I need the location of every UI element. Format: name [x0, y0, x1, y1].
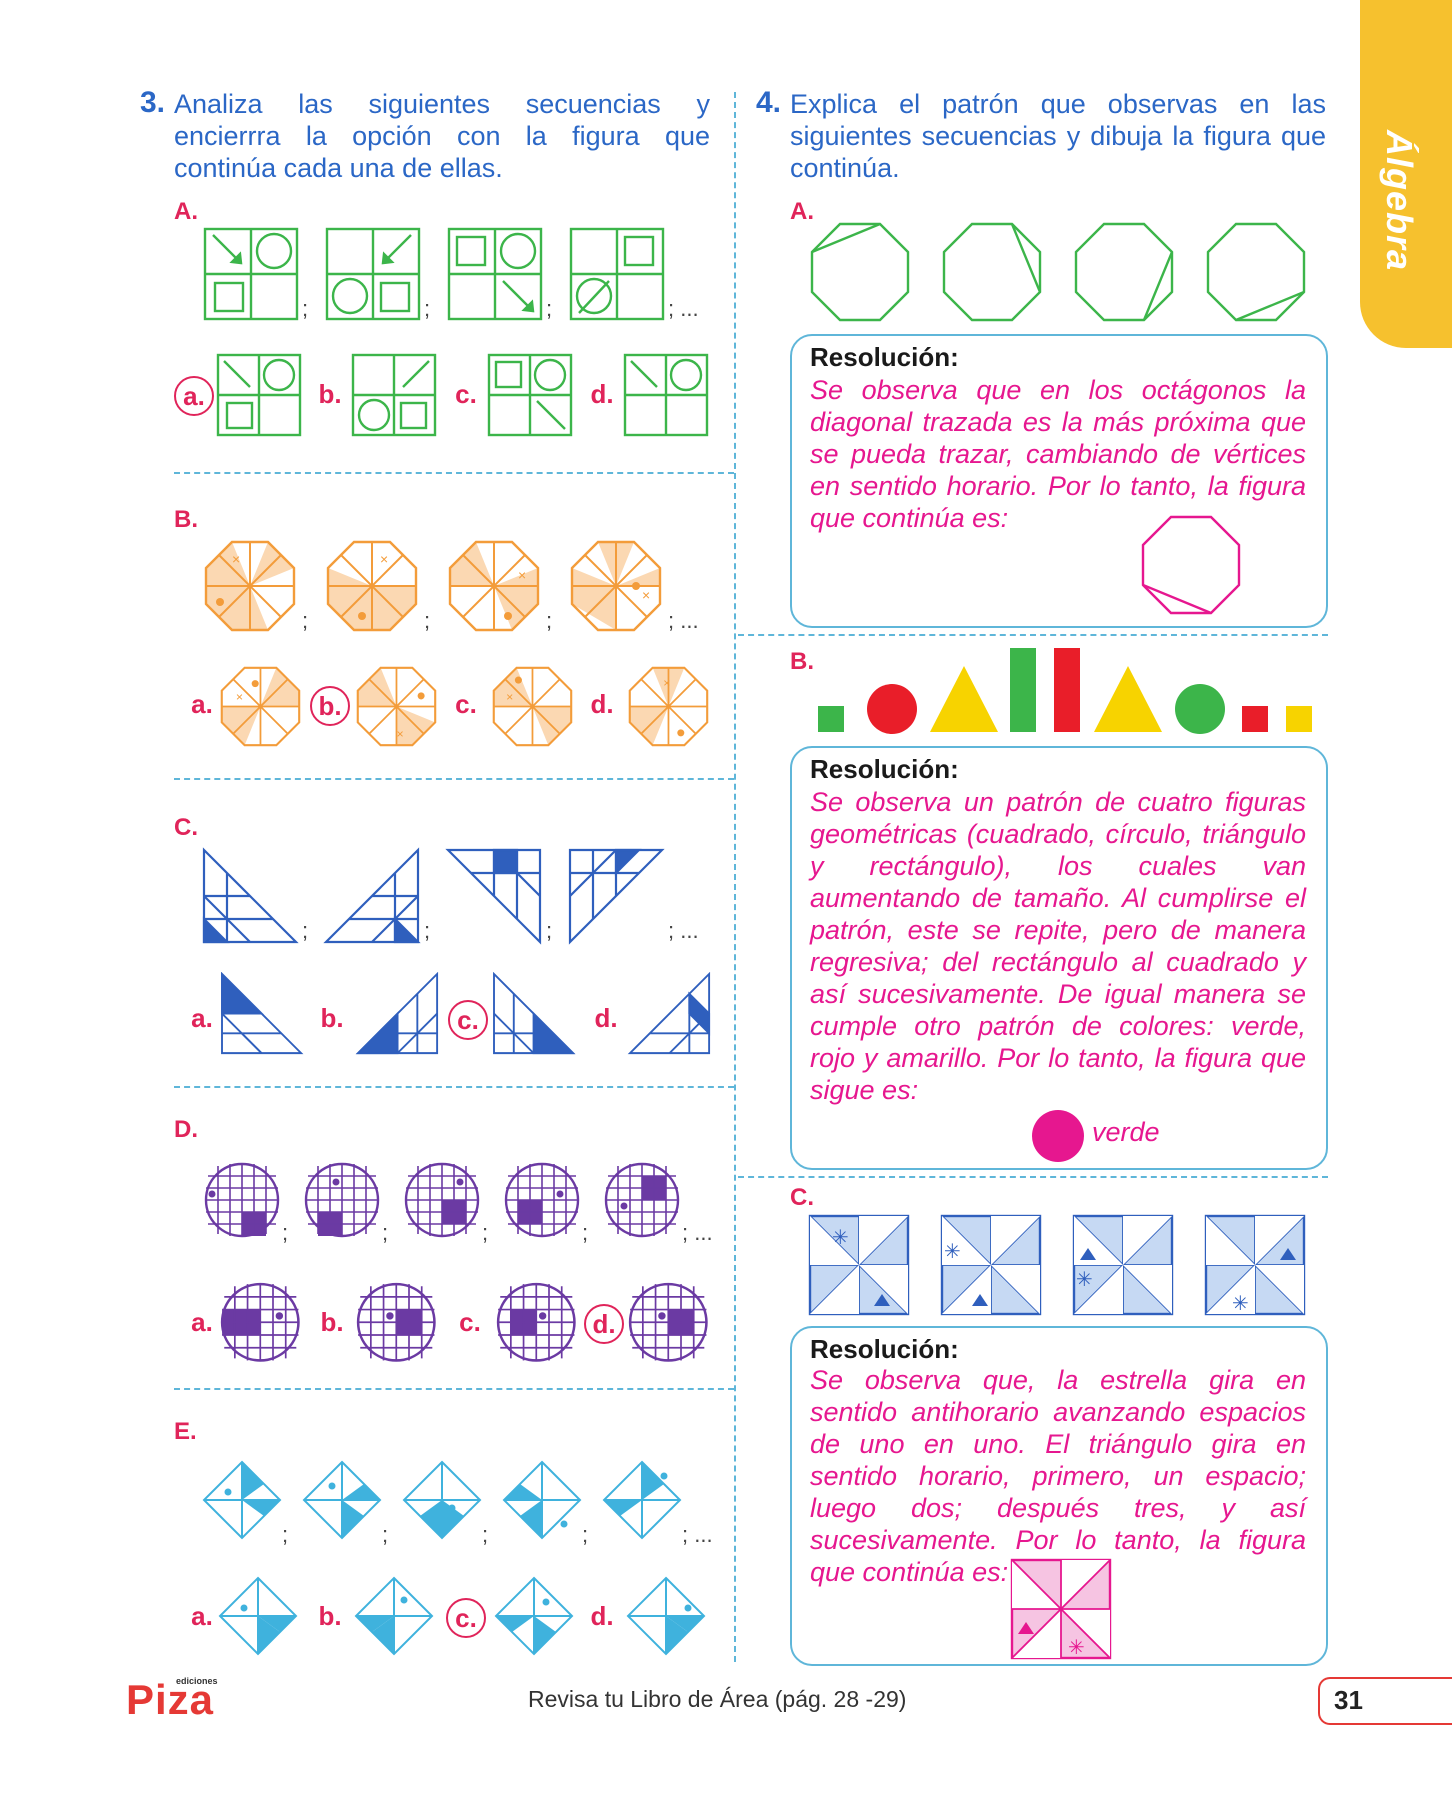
q3-instruction: Analiza las siguientes secuencias y enci… — [174, 89, 710, 183]
q3-section-b-label: B. — [174, 506, 198, 533]
svg-text:; ...: ; ... — [682, 1220, 713, 1245]
q3b-option-a[interactable]: a. — [184, 686, 220, 722]
q3d-sequence: ;;;; ; ... — [204, 1162, 713, 1245]
q4c-answer-square: ✳ — [1010, 1558, 1112, 1660]
svg-text:;: ; — [302, 608, 308, 633]
q4-section-b-label: B. — [790, 648, 814, 675]
q3a-option-a[interactable]: a. — [174, 376, 214, 416]
svg-text:✳: ✳ — [1076, 1269, 1093, 1291]
q3-section-a-label: A. — [174, 198, 198, 225]
svg-text:;: ; — [482, 1220, 488, 1245]
q3a-sequence: ;;; ; ... — [203, 227, 699, 321]
q3-number: 3. — [140, 86, 166, 119]
q4-instruction: Explica el patrón que observas en las si… — [790, 89, 1326, 183]
footer-reference: Revisa tu Libro de Área (pág. 28 -29) — [528, 1686, 907, 1712]
page-number: 31 — [1334, 1685, 1363, 1715]
q4b-answer-circle — [1032, 1110, 1084, 1162]
svg-text:×: × — [642, 587, 650, 603]
svg-text:✳: ✳ — [944, 1241, 961, 1263]
q3b-sequence: × × × × ;;; ; ... — [204, 540, 699, 633]
publisher-logo-subtitle: ediciones — [176, 1676, 218, 1686]
q3-divider-1 — [174, 472, 734, 474]
q3e-option-a[interactable]: a. — [184, 1598, 220, 1634]
q3-section-e-label: E. — [174, 1418, 197, 1445]
q4a-answer-octagon — [1141, 515, 1241, 615]
svg-text:; ...: ; ... — [668, 918, 699, 943]
q4-divider-1 — [738, 634, 1328, 636]
svg-text:; ...: ; ... — [682, 1522, 713, 1547]
svg-text:;: ; — [424, 918, 430, 943]
q3c-option-a[interactable]: a. — [184, 1000, 220, 1036]
svg-text:✳: ✳ — [1068, 1637, 1085, 1659]
side-tab: Álgebra — [1360, 0, 1452, 348]
q3e-sequence: ;;;; ; ... — [203, 1461, 713, 1547]
svg-text:; ...: ; ... — [668, 296, 699, 321]
svg-text:✳: ✳ — [1232, 1293, 1249, 1315]
column-divider — [734, 92, 736, 1662]
svg-text:×: × — [396, 727, 403, 741]
svg-text:✳: ✳ — [832, 1227, 849, 1249]
svg-text:;: ; — [546, 918, 552, 943]
q3a-options — [216, 353, 709, 437]
svg-text:×: × — [506, 690, 513, 704]
q3d-options — [220, 1282, 708, 1362]
q4-section-c-label: C. — [790, 1184, 814, 1211]
q3-section-c-label: C. — [174, 814, 198, 841]
svg-text:×: × — [663, 676, 670, 690]
svg-text:;: ; — [382, 1522, 388, 1547]
page-number-box: 31 — [1318, 1677, 1452, 1725]
q4b-shapes — [818, 648, 1312, 734]
svg-text:;: ; — [302, 918, 308, 943]
q3d-option-a[interactable]: a. — [184, 1304, 220, 1340]
svg-text:;: ; — [382, 1220, 388, 1245]
svg-text:;: ; — [424, 608, 430, 633]
q3-divider-2 — [174, 778, 734, 780]
q3-divider-4 — [174, 1388, 734, 1390]
svg-text:; ...: ; ... — [668, 608, 699, 633]
svg-text:;: ; — [302, 296, 308, 321]
svg-text:×: × — [380, 551, 388, 567]
q3e-options — [219, 1577, 705, 1655]
q4c-squares: ✳ ✳ ✳ ✳ — [808, 1214, 1306, 1316]
q4c-resolution-text: Se observa que, la estrella gira en sent… — [810, 1365, 1306, 1587]
q3c-options — [221, 972, 711, 1055]
svg-text:;: ; — [546, 608, 552, 633]
q4-divider-2 — [738, 1176, 1328, 1178]
q3b-options: × × × × — [220, 666, 709, 747]
svg-text:;: ; — [546, 296, 552, 321]
side-tab-label: Álgebra — [1379, 130, 1420, 272]
q4b-resolution-title: Resolución: — [810, 754, 959, 784]
svg-text:;: ; — [482, 1522, 488, 1547]
q4a-resolution-text: Se observa que en los octágonos la diago… — [810, 375, 1306, 533]
svg-text:;: ; — [282, 1522, 288, 1547]
svg-text:;: ; — [282, 1220, 288, 1245]
q4b-answer-label: verde — [1092, 1117, 1160, 1147]
q3c-sequence: ;;; ; ... — [202, 847, 699, 945]
q4b-resolution-text: Se observa un patrón de cuatro figuras g… — [810, 787, 1306, 1105]
svg-text:×: × — [232, 551, 240, 567]
svg-text:×: × — [236, 690, 243, 704]
q4c-resolution-title: Resolución: — [810, 1334, 959, 1364]
svg-text:;: ; — [582, 1522, 588, 1547]
svg-text:×: × — [518, 567, 526, 583]
svg-text:;: ; — [424, 296, 430, 321]
svg-text:;: ; — [582, 1220, 588, 1245]
q4a-resolution-title: Resolución: — [810, 342, 959, 372]
q4a-octagons — [810, 222, 1306, 322]
q3-divider-3 — [174, 1086, 734, 1088]
q4-number: 4. — [756, 86, 782, 119]
q3-section-d-label: D. — [174, 1116, 198, 1143]
